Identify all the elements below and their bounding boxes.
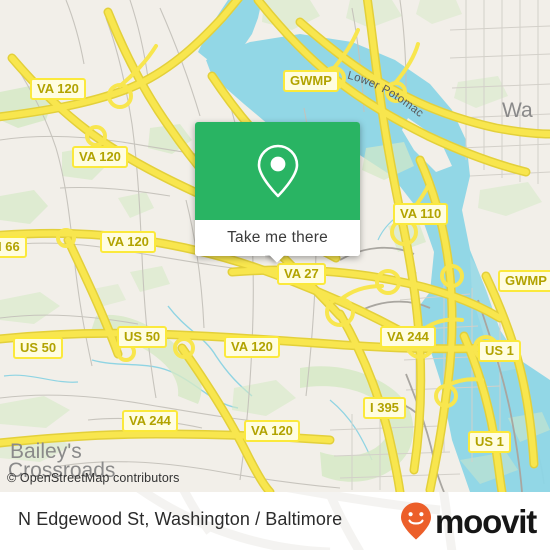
moovit-pin-smiley-icon [401,502,432,540]
moovit-logo[interactable]: moovit [399,502,537,540]
road-shield-us50[interactable]: US 50 [117,326,168,348]
road-shield-label: US 1 [480,342,519,360]
road-shield-label: VA 110 [395,205,447,223]
road-shield-gwmp[interactable]: GWMP [498,270,550,292]
take-me-there-label: Take me there [227,229,328,246]
road-shield-va244[interactable]: VA 244 [122,410,178,432]
card-pointer-tail [265,255,291,268]
place-label-washington: Wa [502,99,533,122]
road-shield-label: VA 244 [124,412,176,430]
location-title: N Edgewood St, Washington / Baltimore [18,509,343,529]
road-shield-va120[interactable]: VA 120 [72,146,128,168]
take-me-there-button[interactable]: Take me there [195,220,360,256]
road-shield-i395[interactable]: I 395 [363,397,406,419]
road-shield-label: VA 120 [226,338,278,356]
road-shield-va120[interactable]: VA 120 [244,420,300,442]
map-pin-icon [257,144,298,198]
footer-bar: N Edgewood St, Washington / Baltimore mo… [0,492,550,550]
road-shield-label: VA 120 [102,233,154,251]
road-shield-us1[interactable]: US 1 [478,340,521,362]
road-shield-gwmp[interactable]: GWMP [283,70,339,92]
moovit-map-screen: Lower Potomac River Wa Bailey's Crossroa… [0,0,550,550]
destination-popup-card[interactable]: Take me there [195,122,360,256]
moovit-wordmark: moovit [435,502,537,540]
road-shield-va120[interactable]: VA 120 [224,336,280,358]
road-shield-label: US 50 [15,339,62,357]
road-shield-label: I 395 [365,399,404,417]
road-shield-us50[interactable]: US 50 [13,337,64,359]
road-shield-va120[interactable]: VA 120 [100,231,156,253]
road-shield-label: US 1 [470,433,509,451]
road-shield-label: GWMP [500,272,550,290]
road-shield-i66[interactable]: I 66 [0,236,27,258]
road-shield-va244[interactable]: VA 244 [380,326,436,348]
road-shield-us1[interactable]: US 1 [468,431,511,453]
road-shield-label: I 66 [0,238,25,256]
card-pin-area [195,122,360,220]
road-shield-label: VA 120 [32,80,84,98]
osm-attribution[interactable]: © OpenStreetMap contributors [7,471,180,485]
road-shield-label: VA 244 [382,328,434,346]
road-shield-label: US 50 [119,328,166,346]
road-shield-va110[interactable]: VA 110 [393,203,449,225]
road-shield-label: VA 120 [246,422,298,440]
road-shield-va120[interactable]: VA 120 [30,78,86,100]
road-shield-label: GWMP [285,72,337,90]
road-shield-label: VA 120 [74,148,126,166]
